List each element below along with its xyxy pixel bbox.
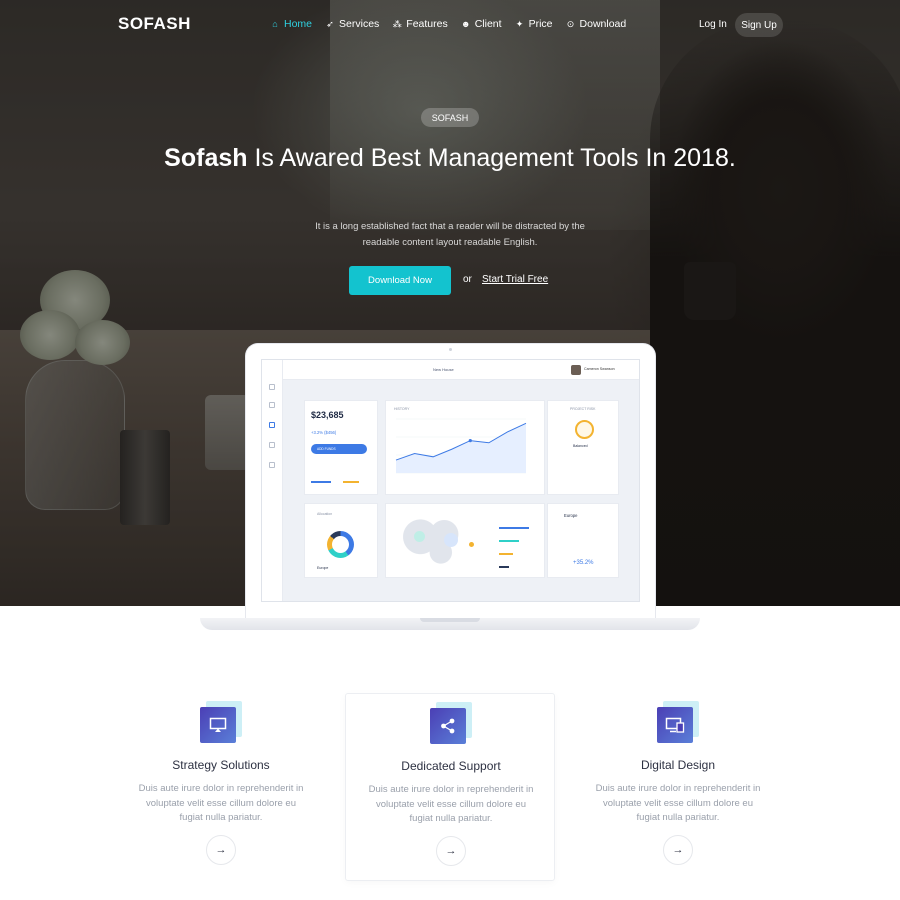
hero-badge: SOFASH — [421, 108, 479, 127]
dashboard-tab: New House — [433, 367, 454, 372]
sidebar-cart-icon — [269, 442, 275, 448]
map-card — [385, 503, 545, 578]
balance-gain: +3.2% ($456) — [311, 430, 337, 435]
nav-item-label: Home — [284, 18, 313, 30]
history-area — [396, 423, 526, 473]
europe-title: Europe — [564, 513, 578, 518]
balance-bar — [343, 481, 359, 483]
allocation-tab: Allocation — [317, 512, 333, 516]
laptop-camera — [449, 348, 452, 351]
balance-bar — [311, 481, 331, 483]
feature-arrow-button[interactable]: → — [436, 836, 466, 866]
nav-item-label: Features — [406, 18, 448, 30]
nav-item-label: Download — [579, 18, 627, 30]
sidebar-doc-icon — [269, 422, 275, 428]
map-marker — [414, 531, 425, 542]
feature-card-strategy: Strategy Solutions Duis aute irure dolor… — [116, 693, 326, 881]
balance-bars — [311, 481, 371, 483]
sparkle-icon: ✦ — [515, 18, 524, 29]
rocket-icon: ➶ — [326, 18, 334, 29]
europe-growth: +35.2% — [573, 560, 594, 566]
start-trial-link[interactable]: Start Trial Free — [482, 274, 548, 285]
history-point — [468, 439, 472, 443]
allocation-card: Allocation Europe — [304, 503, 378, 578]
dashboard-user: Cameron Swanson — [584, 367, 615, 371]
nav-item-home[interactable]: ⌂ Home — [270, 18, 312, 30]
feature-arrow-button[interactable]: → — [663, 835, 693, 865]
allocation-donut-chart — [327, 531, 354, 558]
signup-button[interactable]: Sign Up — [735, 13, 783, 37]
feature-icon-wrap — [200, 701, 242, 745]
feature-icon-wrap — [657, 701, 699, 745]
dashboard-screenshot: New House Cameron Swanson $23,685 +3.2% … — [261, 359, 640, 602]
top-navigation: SOFASH ⌂ Home ➶ Services ⁂ Features ☻ Cl… — [0, 0, 900, 52]
sidebar-menu-icon — [269, 384, 275, 390]
hero-headline-brand: Sofash — [164, 144, 248, 172]
nav-item-label: Services — [339, 18, 380, 30]
nav-item-price[interactable]: ✦ Price — [515, 18, 553, 30]
map-marker — [444, 533, 458, 547]
arrow-right-icon: → — [215, 844, 227, 856]
features-icon: ⁂ — [392, 18, 402, 29]
region-bar — [499, 566, 509, 568]
feature-title: Strategy Solutions — [172, 758, 270, 772]
sidebar-folder-icon — [269, 462, 275, 468]
risk-label: PROJECT RISK — [570, 407, 596, 411]
region-bar — [499, 527, 529, 529]
map-marker — [469, 542, 474, 547]
laptop-base — [200, 618, 700, 630]
home-icon: ⌂ — [272, 19, 278, 29]
europe-card: Europe +35.2% — [547, 503, 619, 578]
dashboard-sidebar — [262, 360, 283, 601]
feature-text: Duis aute irure dolor in reprehenderit i… — [595, 783, 761, 823]
feature-icon-wrap — [430, 702, 472, 746]
risk-gauge-icon — [575, 420, 594, 439]
region-bar — [499, 553, 513, 555]
history-chart-card: HISTORY — [385, 400, 545, 495]
feature-text: Duis aute irure dolor in reprehenderit i… — [138, 783, 304, 823]
share-icon — [430, 708, 466, 744]
feature-text: Duis aute irure dolor in reprehenderit i… — [368, 784, 534, 824]
nav-item-download[interactable]: ⊙ Download — [566, 18, 627, 30]
laptop-notch — [420, 618, 480, 622]
arrow-right-icon: → — [672, 844, 684, 856]
arrow-right-icon: → — [445, 845, 457, 857]
balance-card: $23,685 +3.2% ($456) ADD FUNDS — [304, 400, 378, 495]
download-icon: ⊙ — [566, 18, 575, 29]
sidebar-wallet-icon — [269, 402, 275, 408]
feature-title: Dedicated Support — [401, 759, 501, 773]
feature-card-support: Dedicated Support Duis aute irure dolor … — [345, 693, 555, 881]
dashboard-topbar: New House Cameron Swanson — [283, 360, 639, 380]
balance-amount: $23,685 — [311, 410, 344, 420]
or-separator: or — [463, 274, 472, 285]
allocation-region: Europe — [317, 566, 329, 570]
history-line-chart — [395, 418, 527, 474]
feature-arrow-button[interactable]: → — [206, 835, 236, 865]
world-map — [400, 516, 468, 568]
login-link[interactable]: Log In — [699, 19, 727, 30]
devices-icon — [657, 707, 693, 743]
page: SOFASH ⌂ Home ➶ Services ⁂ Features ☻ Cl… — [0, 0, 900, 900]
users-icon: ☻ — [460, 19, 471, 29]
feature-card-design: Digital Design Duis aute irure dolor in … — [573, 693, 783, 881]
add-funds-button: ADD FUNDS — [311, 444, 367, 454]
nav-item-label: Price — [528, 18, 553, 30]
hero-headline-text: Is Awared Best Management Tools In 2018. — [247, 144, 736, 172]
nav-item-client[interactable]: ☻ Client — [461, 18, 502, 30]
nav-links: ⌂ Home ➶ Services ⁂ Features ☻ Client ✦ … — [270, 18, 626, 30]
project-risk-card: PROJECT RISK Balanced — [547, 400, 619, 495]
monitor-icon — [200, 707, 236, 743]
download-now-button[interactable]: Download Now — [349, 266, 451, 295]
hero-headline: Sofash Is Awared Best Management Tools I… — [150, 143, 750, 173]
hero-subtitle: It is a long established fact that a rea… — [315, 221, 585, 248]
nav-item-features[interactable]: ⁂ Features — [392, 18, 448, 30]
brand-logo[interactable]: SOFASH — [118, 14, 191, 34]
avatar — [571, 365, 581, 375]
feature-title: Digital Design — [640, 758, 716, 772]
region-bar — [499, 540, 519, 542]
laptop-mockup: New House Cameron Swanson $23,685 +3.2% … — [246, 344, 655, 620]
nav-item-label: Client — [474, 18, 502, 30]
nav-item-services[interactable]: ➶ Services — [325, 18, 379, 30]
risk-value: Balanced — [573, 444, 588, 448]
